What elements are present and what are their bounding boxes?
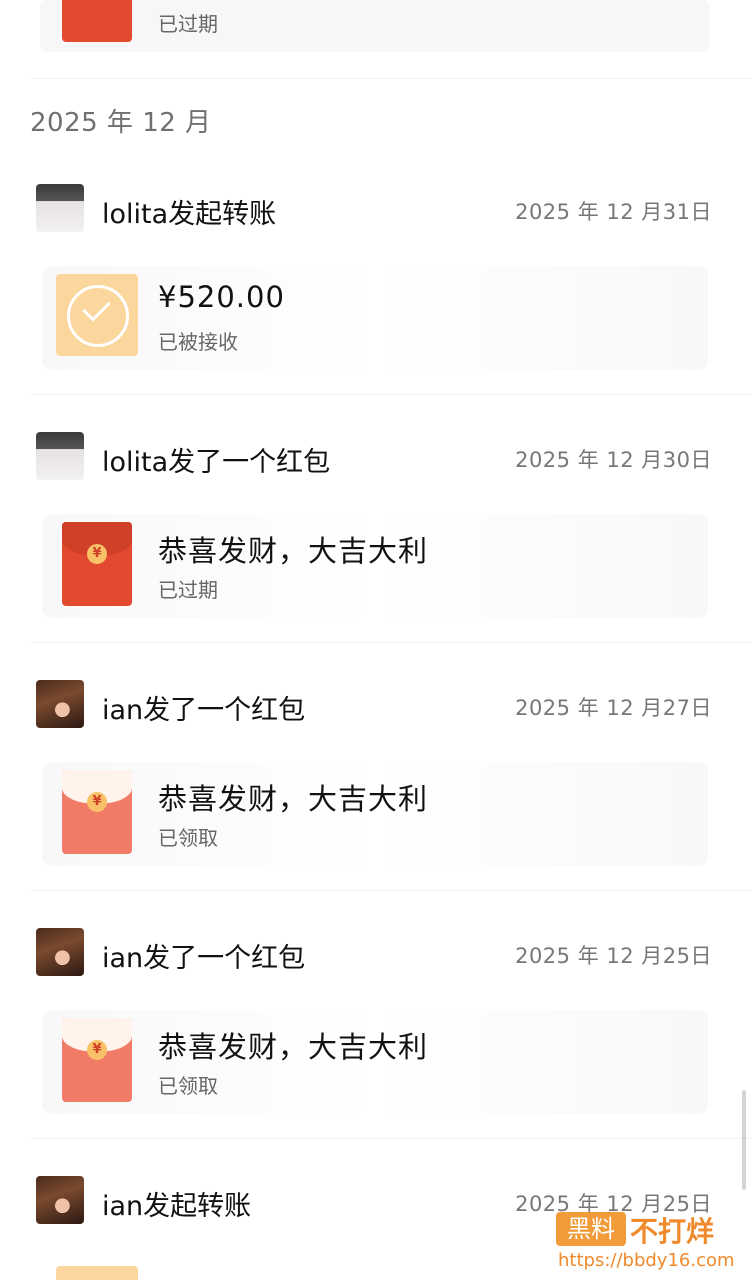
avatar[interactable]: [36, 928, 84, 976]
redpacket-greeting: 恭喜发财，大吉大利: [158, 534, 429, 568]
redpacket-icon: ¥: [62, 1018, 132, 1102]
divider: [30, 642, 752, 643]
avatar[interactable]: [36, 1176, 84, 1224]
sender-title: ian发了一个红包: [102, 943, 306, 974]
redpacket-greeting: 恭喜发财，大吉大利: [158, 782, 429, 816]
redpacket-greeting: 恭喜发财，大吉大利: [158, 1030, 429, 1064]
transfer-card[interactable]: [42, 266, 708, 370]
redpacket-icon: ¥: [62, 0, 132, 42]
redpacket-status: 已过期: [158, 578, 218, 602]
sender-title: ian发起转账: [102, 1191, 252, 1222]
watermark-url: https://bbdy16.com: [558, 1250, 735, 1271]
transfer-amount: ¥520.00: [158, 280, 285, 314]
divider: [30, 1138, 752, 1139]
watermark-text: 不打烊: [630, 1215, 715, 1248]
avatar[interactable]: [36, 432, 84, 480]
divider: [30, 78, 752, 79]
redpacket-status: 已领取: [158, 826, 218, 850]
redpacket-status: 已领取: [158, 1074, 218, 1098]
redpacket-status: 已过期: [158, 12, 218, 36]
scrollbar[interactable]: [742, 1090, 746, 1190]
transfer-card-partial[interactable]: [56, 1266, 138, 1280]
avatar[interactable]: [36, 184, 84, 232]
entry-date: 2025 年 12 月27日: [515, 696, 712, 720]
redpacket-icon: ¥: [62, 770, 132, 854]
entry-date: 2025 年 12 月31日: [515, 200, 712, 224]
avatar[interactable]: [36, 680, 84, 728]
sender-title: lolita发起转账: [102, 199, 277, 230]
sender-title: ian发了一个红包: [102, 695, 306, 726]
partial-redpacket-card[interactable]: [40, 0, 710, 52]
month-header: 2025 年 12 月: [30, 108, 212, 138]
transfer-check-icon: [56, 274, 138, 356]
sender-title: lolita发了一个红包: [102, 447, 331, 478]
divider: [30, 890, 752, 891]
redpacket-icon: ¥: [62, 522, 132, 606]
divider: [30, 394, 752, 395]
entry-date: 2025 年 12 月25日: [515, 944, 712, 968]
transfer-status: 已被接收: [158, 330, 238, 354]
watermark-badge: 黑料: [556, 1212, 626, 1246]
entry-date: 2025 年 12 月30日: [515, 448, 712, 472]
